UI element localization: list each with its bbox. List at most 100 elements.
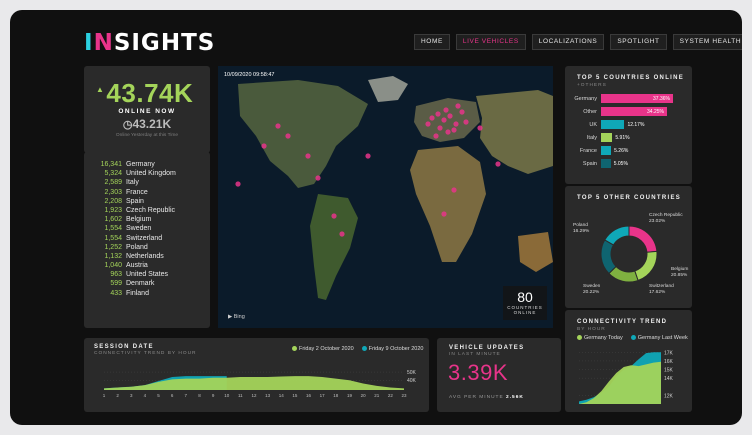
top5-bar-row[interactable]: Germany 37.36%	[565, 94, 673, 103]
country-name: Denmark	[126, 280, 155, 288]
vehicle-title: VEHICLE UPDATES	[449, 345, 525, 351]
top5-bar-row[interactable]: Spain 5.05%	[565, 159, 628, 168]
donut-slice	[634, 250, 658, 282]
top5-bar	[601, 146, 612, 155]
top5-other-title: TOP 5 OTHER COUNTRIES	[577, 195, 682, 201]
country-list-item[interactable]: 1,554 Sweden	[84, 224, 210, 233]
top5-bar-label: UK	[589, 121, 597, 128]
x-tick-label: 13	[265, 393, 271, 398]
map-dot	[477, 125, 483, 131]
connectivity-legend: Germany Today Germany Last Week	[577, 335, 688, 341]
up-arrow-icon: ▲	[96, 85, 105, 94]
country-list-item[interactable]: 599 Denmark	[84, 279, 210, 288]
country-list-item[interactable]: 1,252 Poland	[84, 243, 210, 252]
top5-bar-row[interactable]: Other 34.25%	[565, 107, 667, 116]
top5-bar-row[interactable]: France 5.26%	[565, 146, 628, 155]
country-list-item[interactable]: 5,324 United Kingdom	[84, 169, 210, 178]
country-count: 1,252	[104, 243, 122, 251]
session-chart: 50K40K1 2 3 4 5 6 7 8 9 10 11 12 13 14 15 16 17 18 19 20 21 2…	[103, 370, 417, 398]
area-series	[579, 361, 661, 404]
top5-bar-row[interactable]: UK 12.17%	[565, 120, 644, 129]
map-dot	[463, 119, 469, 125]
top5-bar-label: Other	[583, 108, 597, 115]
countries-online-label-2: ONLINE	[513, 310, 537, 315]
dashboard-screen: INSIGHTS HOME LIVE VEHICLES LOCALIZATION…	[10, 10, 742, 425]
y-tick-label: 12K	[664, 393, 674, 399]
x-tick-label: 17	[320, 393, 326, 398]
map-dot	[441, 211, 447, 217]
x-tick-label: 11	[238, 393, 243, 398]
country-count: 1,554	[104, 234, 122, 242]
map-dot	[331, 213, 337, 219]
donut-slice	[604, 225, 630, 246]
x-tick-label: 19	[347, 393, 353, 398]
logo-letter-i: I	[84, 30, 94, 56]
country-list-item[interactable]: 1,554 Switzerland	[84, 234, 210, 243]
map-dot	[235, 181, 241, 187]
x-tick-label: 14	[279, 393, 285, 398]
country-count: 16,341	[100, 161, 122, 168]
tab-live-vehicles[interactable]: LIVE VEHICLES	[455, 34, 526, 50]
country-list-item[interactable]: 1,923 Czech Republic	[84, 206, 210, 215]
country-name: Finland	[126, 289, 149, 297]
y-tick-label: 15K	[664, 368, 674, 374]
vehicle-subtitle: IN LAST MINUTE	[449, 352, 501, 357]
x-tick-label: 15	[292, 393, 298, 398]
country-name: United States	[126, 271, 169, 279]
map-dot	[453, 121, 459, 127]
country-list-item[interactable]: 963 United States	[84, 270, 210, 279]
top5-bar	[601, 120, 625, 129]
map-dot	[443, 107, 449, 113]
country-list-item[interactable]: 433 Finland	[84, 289, 210, 298]
country-count: 1,923	[104, 206, 122, 214]
map-dot	[437, 125, 443, 131]
country-list-item[interactable]: 2,303 France	[84, 188, 210, 197]
country-list-item[interactable]: 2,589 Italy	[84, 178, 210, 187]
country-count: 1,132	[104, 252, 122, 260]
yesterday-label: Online Yesterday at this Time	[115, 133, 179, 138]
label-sweden: Sweden 20.22%	[583, 284, 601, 295]
top5-bar	[601, 133, 613, 142]
yesterday-value: ◷43.21K	[122, 117, 172, 131]
legend-oct-2: Friday 2 October 2020	[292, 346, 354, 352]
country-list-panel: 16,341 Germany 5,324 United Kingdom 2,589 Ita…	[84, 152, 210, 328]
country-count: 433	[110, 289, 122, 297]
session-legend: Friday 2 October 2020 Friday 9 October 2…	[292, 346, 423, 352]
connectivity-chart: 17K 16K 15K 14K 12K	[579, 350, 674, 404]
country-list-item[interactable]: 1,602 Belgium	[84, 215, 210, 224]
x-tick-label: 3	[130, 393, 133, 398]
bing-attribution[interactable]: ▶ Bing	[228, 314, 245, 320]
x-tick-label: 2	[116, 393, 119, 398]
country-list-item[interactable]: 2,208 Spain	[84, 197, 210, 206]
map-timestamp: 10/09/2020 09:58:47	[224, 72, 275, 78]
tab-home[interactable]: HOME	[414, 34, 450, 50]
top5-bar-value: 37.36%	[653, 95, 670, 102]
tab-system-health[interactable]: SYSTEM HEALTH	[672, 34, 742, 50]
country-name: Sweden	[126, 225, 152, 233]
tab-spotlight[interactable]: SPOTLIGHT	[610, 34, 667, 50]
top5-bar-value: 5.91%	[615, 134, 630, 141]
country-list-item[interactable]: 1,040 Austria	[84, 261, 210, 270]
country-list-item[interactable]: 1,132 Netherlands	[84, 252, 210, 261]
country-name: United Kingdom	[126, 170, 176, 178]
legend-dot-teal-icon	[361, 346, 367, 352]
logo-letter-n: N	[93, 30, 114, 56]
x-tick-label: 6	[171, 393, 174, 398]
area-series	[104, 376, 404, 390]
x-tick-label: 20	[361, 393, 367, 398]
tab-localizations[interactable]: LOCALIZATIONS	[531, 34, 605, 50]
y-tick-label: 14K	[664, 376, 674, 382]
world-map[interactable]: 10/09/2020 09:58:47 ▶ Bing 80 COUNTRIES …	[218, 66, 553, 328]
top5-bar-row[interactable]: Italy 5.91%	[565, 133, 630, 142]
legend-dot-green-icon	[577, 335, 582, 341]
country-name: Switzerland	[126, 234, 163, 242]
countries-online-count: 80	[517, 289, 533, 305]
online-now-panel: ▲43.74K ONLINE NOW ◷43.21K Online Yester…	[84, 66, 210, 153]
x-tick-label: 23	[401, 393, 407, 398]
top5-bar-label: Spain	[582, 160, 597, 167]
country-list-item[interactable]: 16,341 Germany	[84, 160, 210, 169]
app-logo[interactable]: INSIGHTS	[84, 30, 215, 56]
online-now-value: ▲43.74K	[96, 78, 194, 108]
country-list: 16,341 Germany 5,324 United Kingdom 2,589 Ita…	[84, 160, 210, 298]
map-dot	[459, 109, 465, 115]
